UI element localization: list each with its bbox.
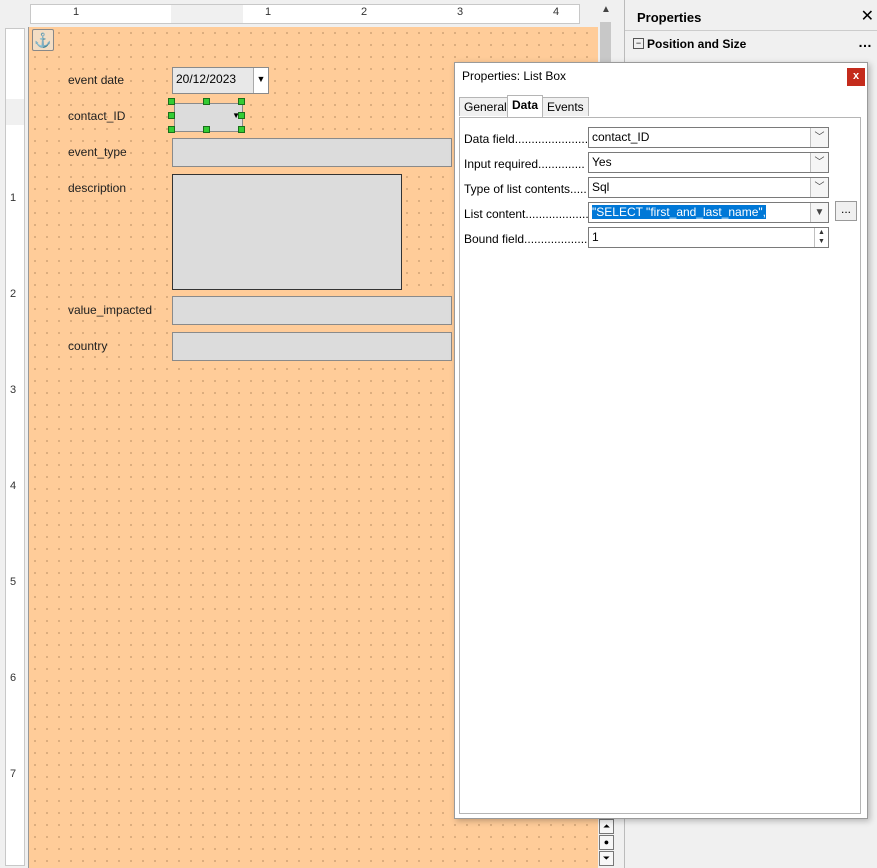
chevron-down-icon[interactable]: ▼ [810, 203, 828, 222]
chevron-down-icon[interactable]: ▼ [253, 68, 268, 93]
spin-up-icon[interactable]: ▲ [815, 228, 828, 237]
list-content-browse-button[interactable]: ... [835, 201, 857, 221]
bound-field-value: 1 [592, 230, 599, 244]
spinner-buttons[interactable]: ▲ ▼ [814, 228, 828, 247]
dialog-title: Properties: List Box [462, 69, 567, 83]
list-content-field[interactable]: "SELECT "first_and_last_name", ▼ [588, 202, 829, 223]
ruler-selection-range [6, 99, 24, 125]
field-label-description: description [68, 181, 127, 195]
input-required-value: Yes [592, 155, 612, 169]
ruler-tick: 3 [457, 6, 464, 18]
page-down-icon[interactable]: ⏷ [599, 851, 614, 866]
selection-handle[interactable] [238, 98, 245, 105]
spin-down-icon[interactable]: ▼ [815, 237, 828, 246]
selection-handle[interactable] [238, 126, 245, 133]
ruler-tick: 2 [10, 288, 17, 300]
selection-handle[interactable] [168, 126, 175, 133]
description-field[interactable] [172, 174, 402, 290]
ruler-tick: 2 [361, 6, 368, 18]
ruler-tick: 6 [10, 672, 17, 684]
data-field-value: contact_ID [592, 130, 650, 144]
ruler-tick: 1 [73, 6, 80, 18]
close-icon[interactable]: x [847, 68, 865, 86]
selection-handle[interactable] [203, 98, 210, 105]
field-label-event-date: event date [68, 73, 125, 87]
close-icon[interactable]: ✕ [861, 6, 874, 26]
more-options-icon[interactable]: … [858, 34, 872, 50]
anchor-icon[interactable]: ⚓ [32, 29, 54, 51]
data-tab-panel: Data field...................... contact… [459, 117, 861, 814]
field-label-event-type: event_type [68, 145, 127, 159]
data-field-select[interactable]: contact_ID ﹀ [588, 127, 829, 148]
properties-dialog: Properties: List Box x General Data Even… [454, 62, 868, 819]
label-data-field: Data field...................... [464, 132, 589, 146]
event-date-value: 20/12/2023 [176, 72, 237, 86]
selection-handle[interactable] [168, 112, 175, 119]
sidebar-title: Properties [637, 10, 702, 25]
field-label-value-impacted: value_impacted [68, 303, 153, 317]
selection-handle[interactable] [168, 98, 175, 105]
ruler-tick: 3 [10, 384, 17, 396]
section-position-and-size[interactable]: Position and Size [647, 37, 746, 51]
input-required-select[interactable]: Yes ﹀ [588, 152, 829, 173]
tab-data[interactable]: Data [507, 95, 544, 117]
value-impacted-field[interactable] [172, 296, 452, 325]
label-type-of-list-contents: Type of list contents..... [464, 182, 587, 196]
tab-events[interactable]: Events [542, 97, 589, 116]
navigation-dot-icon[interactable]: ● [599, 835, 614, 850]
label-list-content: List content.................... [464, 207, 593, 221]
horizontal-ruler: 1 1 2 3 4 [30, 4, 580, 24]
chevron-down-icon[interactable]: ﹀ [810, 178, 828, 197]
scroll-up-icon[interactable]: ▲ [598, 2, 614, 18]
ruler-selection-range [171, 5, 243, 23]
collapse-icon[interactable]: − [633, 38, 644, 49]
ruler-tick: 5 [10, 576, 17, 588]
country-field[interactable] [172, 332, 452, 361]
chevron-down-icon[interactable]: ﹀ [810, 153, 828, 172]
scroll-thumb[interactable] [600, 22, 611, 62]
bound-field-spinner[interactable]: 1 ▲ ▼ [588, 227, 829, 248]
ruler-tick: 4 [553, 6, 560, 18]
label-input-required: Input required.............. [464, 157, 585, 171]
vertical-ruler: 1 2 3 4 5 6 7 [5, 28, 25, 866]
event-type-field[interactable] [172, 138, 452, 167]
label-bound-field: Bound field..................... [464, 232, 595, 246]
divider [625, 30, 877, 31]
field-label-contact-id: contact_ID [68, 109, 126, 123]
selection-handle[interactable] [238, 112, 245, 119]
tab-general[interactable]: General [459, 97, 512, 116]
ruler-tick: 1 [10, 192, 17, 204]
chevron-down-icon[interactable]: ﹀ [810, 128, 828, 147]
field-label-country: country [68, 339, 108, 353]
ruler-tick: 4 [10, 480, 17, 492]
list-content-value: "SELECT "first_and_last_name", [592, 205, 766, 219]
ruler-tick: 1 [265, 6, 272, 18]
page-up-icon[interactable]: ⏶ [599, 819, 614, 834]
ruler-tick: 7 [10, 768, 17, 780]
type-of-list-contents-value: Sql [592, 180, 610, 194]
selection-handle[interactable] [203, 126, 210, 133]
event-date-field[interactable]: 20/12/2023 ▼ [172, 67, 269, 94]
type-of-list-contents-select[interactable]: Sql ﹀ [588, 177, 829, 198]
